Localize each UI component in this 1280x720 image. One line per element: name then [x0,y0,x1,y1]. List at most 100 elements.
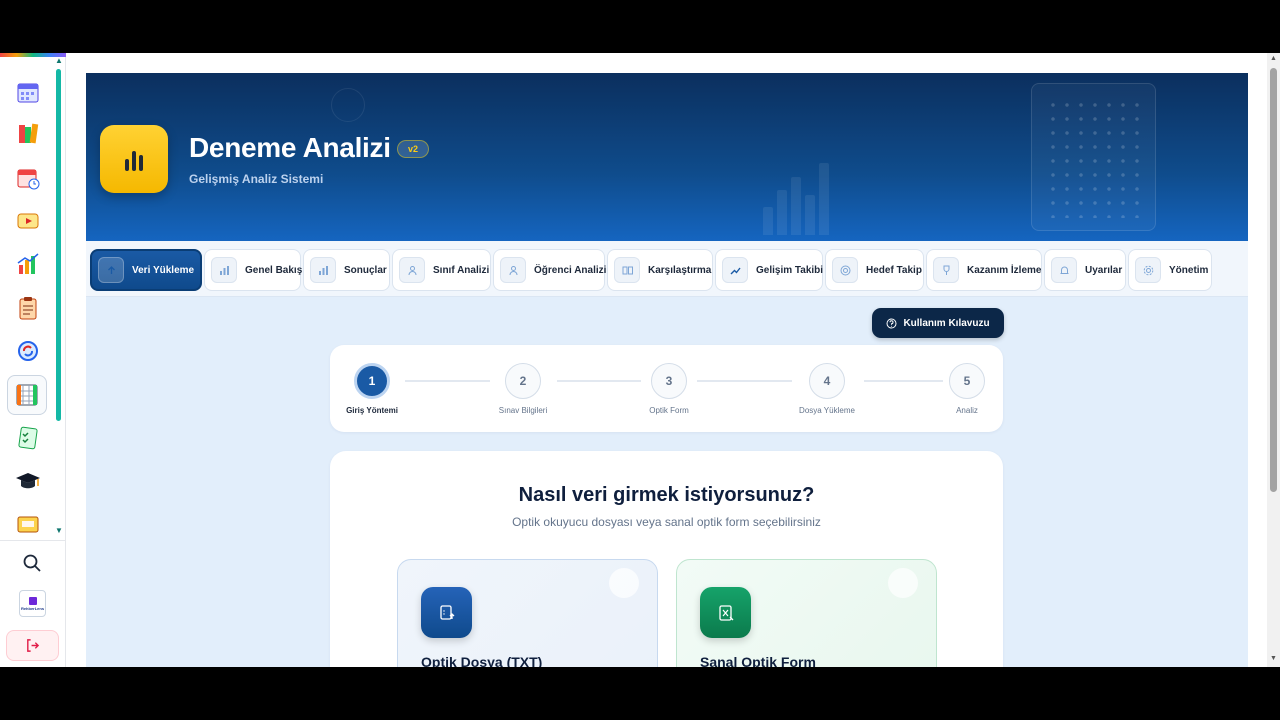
input-method-subtitle: Optik okuyucu dosyası veya sanal optik f… [512,515,821,529]
main-content: Deneme Analizi v2 Gelişmiş Analiz Sistem… [86,73,1248,667]
bottom-letterbox [0,667,1280,720]
step-dosya-yukleme[interactable]: 4 Dosya Yükleme [787,363,867,415]
bar-chart-icon [211,257,237,283]
step-label: Sınav Bilgileri [498,406,548,415]
checklist-icon[interactable] [13,423,43,453]
option-decoration [888,568,918,598]
tab-hedef-takip[interactable]: Hedef Takip [825,249,924,291]
bar-chart-icon [310,257,336,283]
step-number: 5 [949,363,985,399]
tab-yonetim[interactable]: Yönetim [1128,249,1212,291]
tab-uyarilar[interactable]: Uyarılar [1044,249,1126,291]
version-badge: v2 [397,140,430,158]
header-decoration-circle [331,88,365,122]
option-optik-dosya[interactable]: Optik Dosya (TXT) [397,559,658,667]
step-connector [697,380,792,382]
step-label: Optik Form [649,406,689,415]
tab-label: Sonuçlar [344,264,387,276]
page-scroll-thumb[interactable] [1270,68,1277,492]
tab-gelisim-takibi[interactable]: Gelişim Takibi [715,249,823,291]
tab-genel-bakis[interactable]: Genel Bakış [204,249,303,291]
calendar-icon[interactable] [13,77,43,107]
gear-icon [1135,257,1161,283]
tab-label: Karşılaştırma [648,264,712,276]
tab-label: Genel Bakış [245,264,303,276]
tab-label: Hedef Takip [866,264,922,276]
step-number: 1 [354,363,390,399]
wizard-stepper: 1 Giriş Yöntemi 2 Sınav Bilgileri 3 Opti… [330,345,1003,432]
tab-label: Öğrenci Analizi [534,264,607,276]
scroll-up-arrow[interactable]: ▲ [1269,55,1278,62]
tab-label: Sınıf Analizi [433,264,490,276]
scroll-down-arrow[interactable]: ▼ [1269,655,1278,662]
tab-kazanim-izleme[interactable]: Kazanım İzleme [926,249,1042,291]
sidebar-scroll-down-arrow[interactable]: ▼ [55,527,63,535]
graduation-cap-icon[interactable] [13,466,43,496]
step-giris-yontemi[interactable]: 1 Giriş Yöntemi [332,363,412,415]
chart-bars-icon[interactable] [13,249,43,279]
calendar-clock-icon[interactable] [13,163,43,193]
tab-label: Yönetim [1169,264,1209,276]
bell-icon [1051,257,1077,283]
folder-icon[interactable] [13,509,43,539]
trend-up-icon [722,257,748,283]
app-logo-bar-chart-icon [100,125,168,193]
search-icon[interactable] [20,551,44,575]
tab-label: Uyarılar [1085,264,1123,276]
refresh-icon[interactable] [13,336,43,366]
compare-icon [614,257,640,283]
books-icon[interactable] [13,119,43,149]
upload-icon [98,257,124,283]
target-icon [832,257,858,283]
logout-icon [27,639,40,652]
step-number: 4 [809,363,845,399]
clipboard-icon[interactable] [13,293,43,323]
browser-viewport: ▲ ▼ RehberLens Deneme Analizi v2 Gelişmi… [0,53,1280,667]
sidebar-divider [0,540,66,541]
step-sinav-bilgileri[interactable]: 2 Sınav Bilgileri [483,363,563,415]
page-scrollbar[interactable]: ▲ ▼ [1267,53,1280,667]
input-method-title: Nasıl veri girmek istiyorsunuz? [518,484,815,506]
grid-report-icon[interactable] [7,375,47,415]
step-optik-form[interactable]: 3 Optik Form [629,363,709,415]
left-sidebar: ▲ ▼ RehberLens [0,53,66,667]
input-method-card: Nasıl veri girmek istiyorsunuz? Optik ok… [330,451,1003,667]
tab-label: Gelişim Takibi [756,264,824,276]
logout-button[interactable] [6,630,59,661]
header-decoration-dots [1046,98,1141,218]
sidebar-scrollbar[interactable] [56,69,61,421]
option-decoration [609,568,639,598]
trophy-icon [933,257,959,283]
help-circle-icon [886,318,897,328]
app-title: Deneme Analizi [189,132,391,163]
step-label: Dosya Yükleme [799,406,855,415]
app-header: Deneme Analizi v2 Gelişmiş Analiz Sistem… [86,73,1248,241]
users-icon [399,257,425,283]
option-sanal-optik-form[interactable]: Sanal Optik Form [676,559,937,667]
tab-label: Kazanım İzleme [967,264,1042,276]
step-connector [405,380,490,382]
video-icon[interactable] [13,206,43,236]
tab-label: Veri Yükleme [132,264,195,276]
tab-karsilastirma[interactable]: Karşılaştırma [607,249,713,291]
user-guide-button[interactable]: Kullanım Kılavuzu [872,308,1004,338]
user-icon [500,257,526,283]
brand-logo[interactable]: RehberLens [19,590,46,617]
step-label: Analiz [956,406,978,415]
app-subtitle: Gelişmiş Analiz Sistemi [189,172,324,186]
tab-veri-yukleme[interactable]: Veri Yükleme [90,249,202,291]
brand-logo-text: RehberLens [20,605,45,611]
tab-sinif-analizi[interactable]: Sınıf Analizi [392,249,491,291]
option-title: Optik Dosya (TXT) [421,654,543,667]
step-number: 3 [651,363,687,399]
form-edit-icon [700,587,751,638]
file-upload-icon [421,587,472,638]
top-letterbox [0,0,1280,53]
header-decoration-bars [763,155,838,235]
step-label: Giriş Yöntemi [346,406,398,415]
user-guide-label: Kullanım Kılavuzu [903,317,990,329]
step-analiz[interactable]: 5 Analiz [927,363,1007,415]
tab-sonuclar[interactable]: Sonuçlar [303,249,390,291]
tab-ogrenci-analizi[interactable]: Öğrenci Analizi [493,249,607,291]
sidebar-scroll-up-arrow[interactable]: ▲ [55,57,63,65]
